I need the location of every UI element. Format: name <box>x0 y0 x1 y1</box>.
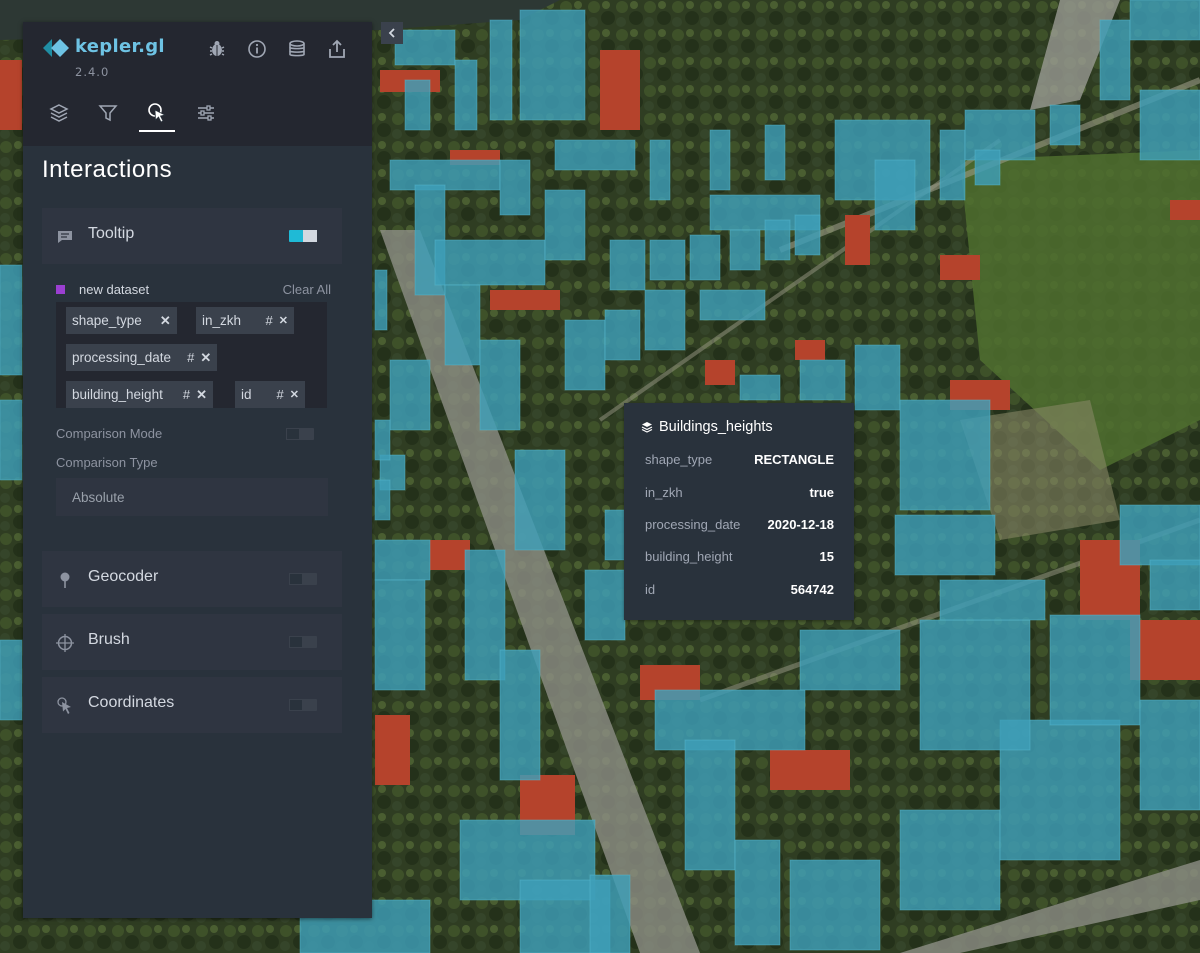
layers-icon <box>49 104 69 122</box>
kepler-logo-icon <box>43 39 69 57</box>
field-chip-label: in_zkh <box>202 313 242 328</box>
crosshair-icon <box>56 634 74 652</box>
tooltip-row: shape_type RECTANGLE <box>645 452 834 470</box>
tooltip-row: processing_date 2020-12-18 <box>645 517 834 535</box>
chevron-left-icon <box>388 28 395 38</box>
geocoder-label: Geocoder <box>88 568 159 585</box>
remove-icon[interactable]: ✕ <box>160 313 171 329</box>
tab-base-map[interactable] <box>188 96 224 130</box>
tooltip-label: Tooltip <box>88 225 135 242</box>
remove-icon[interactable]: ✕ <box>290 388 299 401</box>
dataset-color-swatch <box>56 285 65 294</box>
tooltip-key: shape_type <box>645 452 713 467</box>
brush-label: Brush <box>88 631 130 648</box>
comparison-type-label: Comparison Type <box>56 455 158 470</box>
tooltip-value: true <box>809 485 834 500</box>
bug-icon[interactable] <box>206 38 228 60</box>
cursor-icon <box>56 697 74 715</box>
remove-icon[interactable]: ✕ <box>196 387 207 403</box>
tooltip-row: id 564742 <box>645 582 834 600</box>
coordinates-label: Coordinates <box>88 694 175 711</box>
tooltip-value: 15 <box>819 549 834 564</box>
geocoder-toggle[interactable] <box>289 573 317 585</box>
tooltip-key: building_height <box>645 549 733 564</box>
tooltip-key: id <box>645 582 656 597</box>
panel-title: Interactions <box>42 156 173 183</box>
brush-toggle[interactable] <box>289 636 317 648</box>
tab-interactions[interactable] <box>139 96 175 132</box>
field-chip-label: id <box>241 387 252 402</box>
brush-card[interactable]: Brush <box>42 614 342 670</box>
tab-filters[interactable] <box>90 96 126 130</box>
settings-sliders-icon <box>198 105 214 121</box>
tooltip-card: Tooltip new dataset Clear All shape_type… <box>42 208 342 544</box>
tab-layers[interactable] <box>41 96 77 130</box>
tooltip-key: processing_date <box>645 517 741 532</box>
tooltip-value: 2020-12-18 <box>767 517 835 532</box>
comparison-type-select[interactable]: Absolute <box>56 478 328 516</box>
tooltip-config: new dataset Clear All shape_type ✕ in_zk… <box>42 264 342 544</box>
coordinates-toggle[interactable] <box>289 699 317 711</box>
cursor-click-icon <box>148 103 167 123</box>
field-chip-building-height[interactable]: building_height # ✕ <box>66 381 213 408</box>
panel-header: kepler.gl 2.4.0 <box>23 22 372 146</box>
comparison-mode-label: Comparison Mode <box>56 426 163 441</box>
field-chip-label: shape_type <box>72 313 142 328</box>
field-chip-in-zkh[interactable]: in_zkh # ✕ <box>196 307 294 334</box>
field-chip-label: processing_date <box>72 350 172 365</box>
export-icon[interactable] <box>326 38 348 60</box>
dataset-name: new dataset <box>79 282 150 297</box>
pin-icon <box>56 571 74 589</box>
hash-format-icon[interactable]: # <box>266 313 273 328</box>
database-icon[interactable] <box>286 38 308 60</box>
tooltip-layer-name: Buildings_heights <box>659 419 773 435</box>
dataset-row: new dataset Clear All <box>56 282 331 300</box>
map-hover-tooltip: Buildings_heights shape_type RECTANGLE i… <box>624 403 854 620</box>
tooltip-card-header[interactable]: Tooltip <box>42 208 342 264</box>
field-chip-label: building_height <box>72 387 163 402</box>
hash-format-icon[interactable]: # <box>187 350 194 365</box>
geocoder-card[interactable]: Geocoder <box>42 551 342 607</box>
tooltip-toggle[interactable] <box>289 230 317 242</box>
app-name: kepler.gl <box>75 36 165 57</box>
tooltip-field-selector[interactable]: shape_type ✕ in_zkh # ✕ processing_date … <box>56 302 327 408</box>
message-icon <box>56 228 74 246</box>
layers-icon <box>641 422 653 433</box>
clear-all-button[interactable]: Clear All <box>283 282 331 297</box>
comparison-mode-toggle[interactable] <box>286 428 314 440</box>
hash-format-icon[interactable]: # <box>277 387 284 402</box>
tooltip-row: building_height 15 <box>645 549 834 567</box>
field-chip-shape-type[interactable]: shape_type ✕ <box>66 307 177 334</box>
hash-format-icon[interactable]: # <box>183 387 190 402</box>
info-icon[interactable] <box>246 38 268 60</box>
tooltip-row: in_zkh true <box>645 485 834 503</box>
field-chip-processing-date[interactable]: processing_date # ✕ <box>66 344 218 371</box>
filter-icon <box>98 105 118 122</box>
coordinates-card[interactable]: Coordinates <box>42 677 342 733</box>
field-chip-id[interactable]: id # ✕ <box>235 381 305 408</box>
remove-icon[interactable]: ✕ <box>279 314 288 327</box>
tooltip-value: RECTANGLE <box>754 452 834 467</box>
app-version: 2.4.0 <box>75 65 110 79</box>
remove-icon[interactable]: ✕ <box>200 350 211 366</box>
side-panel: kepler.gl 2.4.0 Interactions Tooltip new… <box>23 22 372 918</box>
tooltip-key: in_zkh <box>645 485 683 500</box>
tooltip-value: 564742 <box>790 582 834 597</box>
collapse-panel-button[interactable] <box>381 22 403 44</box>
